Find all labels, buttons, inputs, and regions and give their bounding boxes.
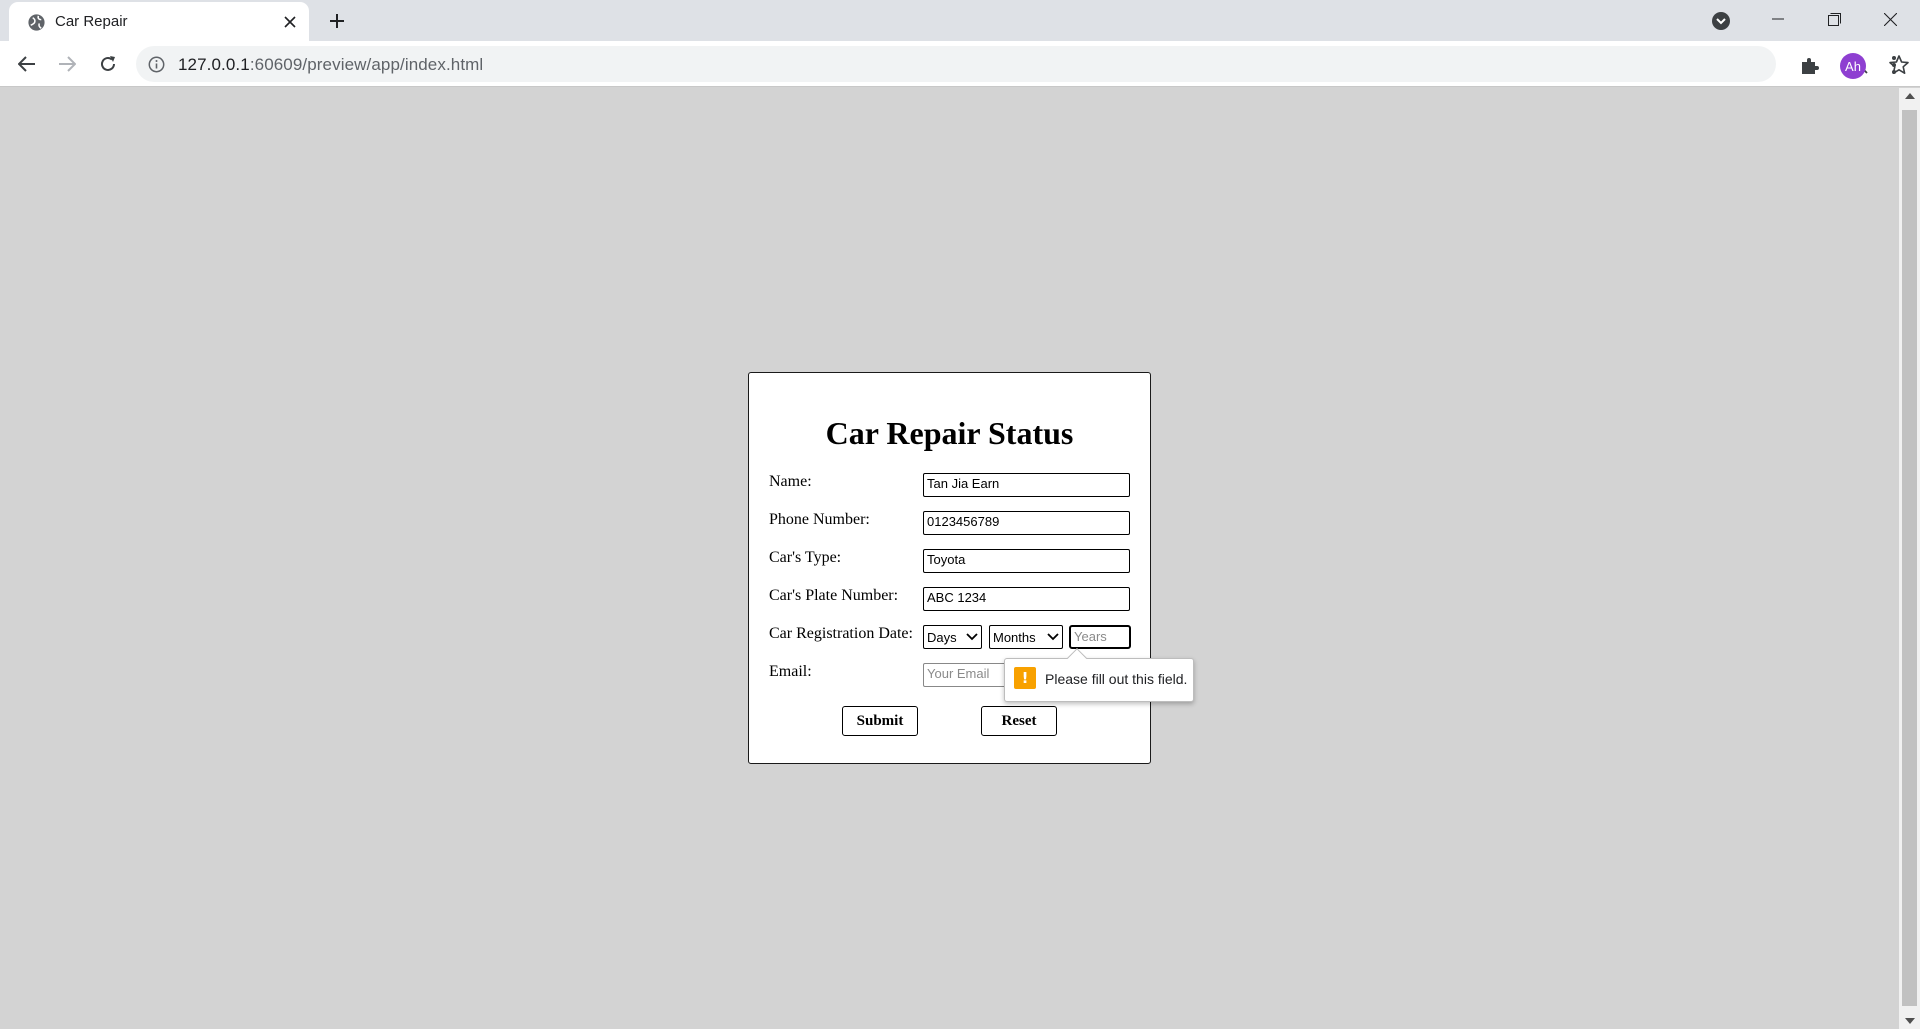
chevron-down-icon [1047,633,1059,641]
name-label: Name: [769,473,812,490]
url-path: :60609/preview/app/index.html [249,55,484,74]
name-field[interactable]: Tan Jia Earn [923,473,1130,497]
car-type-field[interactable]: Toyota [923,549,1130,573]
address-bar[interactable]: 127.0.0.1:60609/preview/app/index.html [136,46,1909,82]
minimize-icon[interactable] [1750,0,1806,38]
new-tab-icon[interactable] [325,9,349,33]
restore-icon[interactable] [1806,0,1862,38]
validation-tooltip: ! Please fill out this field. [1004,648,1194,702]
url-text[interactable]: 127.0.0.1:60609/preview/app/index.html [178,55,483,75]
vertical-scrollbar[interactable] [1899,88,1920,1029]
warning-icon: ! [1014,667,1036,689]
url-host: 127.0.0.1 [178,55,250,74]
browser-toolbar: 127.0.0.1:60609/preview/app/index.html A… [0,41,1920,87]
tab-title: Car Repair [55,13,128,30]
years-field[interactable]: Years [1069,625,1131,649]
plate-label: Car's Plate Number: [769,587,899,604]
extensions-puzzle-icon[interactable] [1799,55,1821,77]
reload-icon[interactable] [94,50,122,78]
days-select[interactable]: Days [923,625,982,649]
scroll-up-arrow-icon[interactable] [1905,93,1915,99]
chevron-down-icon [966,633,978,641]
tab-search-icon[interactable] [1710,10,1732,32]
scroll-thumb[interactable] [1902,110,1917,1006]
forward-arrow-icon[interactable] [53,50,81,78]
phone-field[interactable]: 0123456789 [923,511,1130,535]
form-title: Car Repair Status [825,415,1074,451]
close-window-icon[interactable] [1862,0,1918,38]
kebab-menu-icon[interactable] [1884,54,1904,76]
days-select-value: Days [927,629,957,645]
info-icon[interactable] [148,56,165,73]
registration-date-label: Car Registration Date: [769,625,913,642]
validation-message: Please fill out this field. [1045,671,1188,687]
back-arrow-icon[interactable] [13,50,41,78]
reset-button[interactable]: Reset [981,706,1057,736]
submit-button[interactable]: Submit [842,706,918,736]
months-select[interactable]: Months [989,625,1063,649]
tab-close-icon[interactable] [280,12,300,32]
car-type-label: Car's Type: [769,549,842,566]
globe-icon [28,14,45,31]
profile-avatar[interactable]: Ah [1840,53,1866,79]
phone-label: Phone Number: [769,511,870,528]
plate-field[interactable]: ABC 1234 [923,587,1130,611]
scroll-down-arrow-icon[interactable] [1905,1018,1915,1024]
tab-car-repair[interactable]: Car Repair [9,2,309,41]
tab-strip: Car Repair [0,0,1920,41]
months-select-value: Months [993,629,1036,645]
email-label: Email: [769,663,812,680]
car-repair-form: Car Repair Status Name: Tan Jia Earn Pho… [748,372,1151,764]
